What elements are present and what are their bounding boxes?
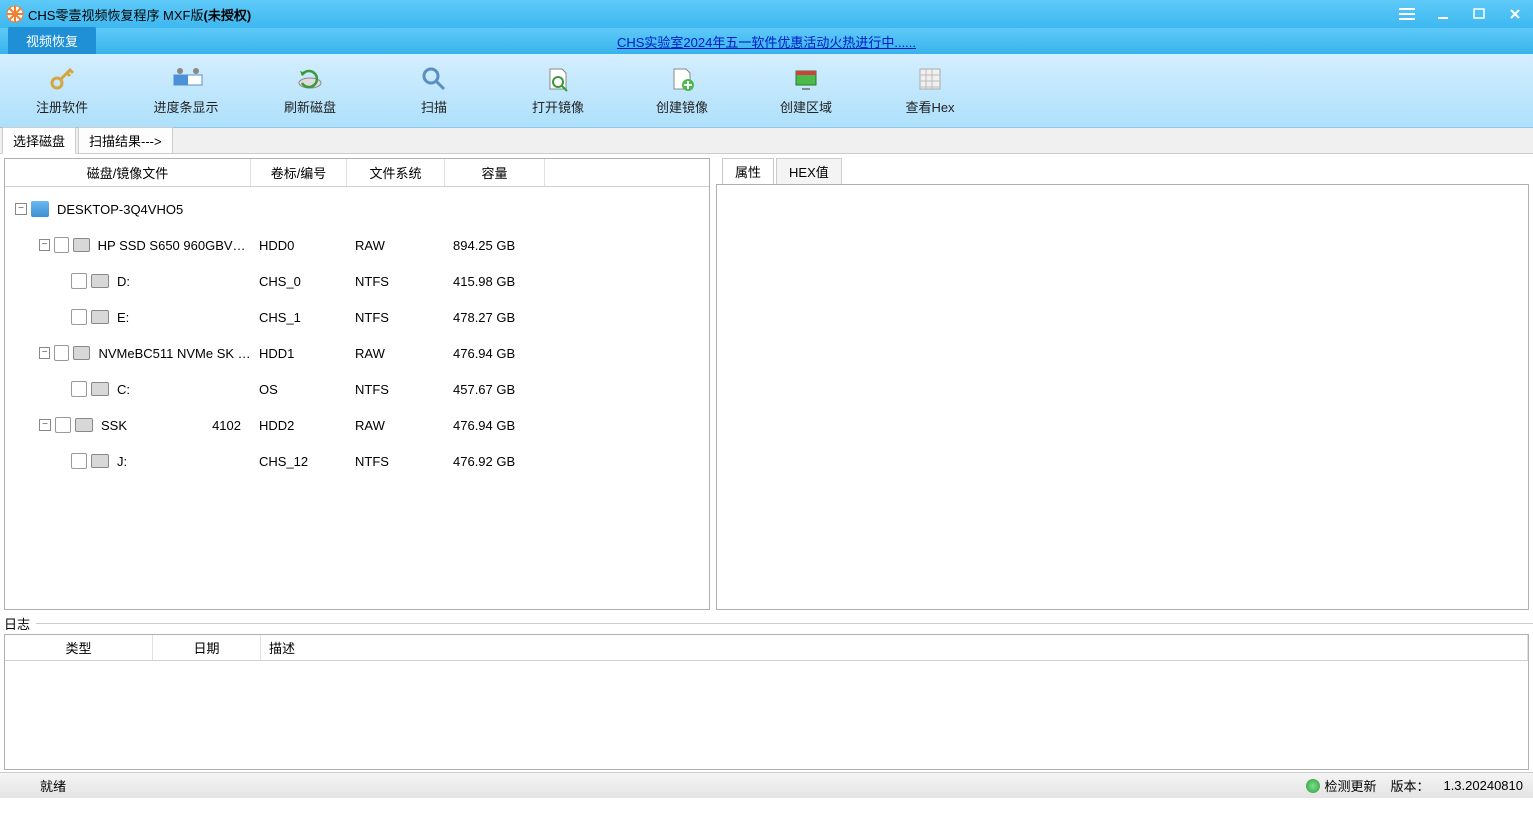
create-region-button[interactable]: 创建区域	[744, 58, 868, 124]
statusbar: 就绪 检测更新 版本： 1.3.20240810	[0, 772, 1533, 798]
menu-button[interactable]	[1389, 0, 1425, 28]
right-tabs: 属性 HEX值	[716, 158, 1529, 184]
right-content	[716, 184, 1529, 610]
expander-icon[interactable]: −	[39, 347, 50, 359]
open-image-button[interactable]: 打开镜像	[496, 58, 620, 124]
drive-icon	[91, 310, 109, 324]
right-panel: 属性 HEX值	[716, 158, 1529, 610]
expander-icon[interactable]: −	[39, 239, 50, 251]
tab-select-disk[interactable]: 选择磁盘	[2, 127, 76, 154]
tab-scan-results[interactable]: 扫描结果--->	[78, 127, 173, 153]
ribbon-tab-video-recovery[interactable]: 视频恢复	[8, 27, 96, 54]
create-image-icon	[668, 65, 696, 93]
minimize-button[interactable]	[1425, 0, 1461, 28]
register-label: 注册软件	[36, 97, 88, 116]
maximize-button[interactable]	[1461, 0, 1497, 28]
refresh-disk-button[interactable]: 刷新磁盘	[248, 58, 372, 124]
progress-icon	[172, 65, 200, 93]
open-image-icon	[544, 65, 572, 93]
tree-partition[interactable]: C: OS NTFS 457.67 GB	[5, 371, 709, 407]
create-image-button[interactable]: 创建镜像	[620, 58, 744, 124]
scan-label: 扫描	[421, 97, 447, 116]
disk-header: 磁盘/镜像文件 卷标/编号 文件系统 容量	[5, 159, 709, 187]
checkbox[interactable]	[71, 453, 87, 469]
log-panel: 类型 日期 描述	[4, 634, 1529, 770]
hex-icon	[916, 65, 944, 93]
log-col-date[interactable]: 日期	[153, 635, 261, 660]
checkbox[interactable]	[71, 381, 87, 397]
expander-icon[interactable]: −	[39, 419, 51, 431]
progress-button[interactable]: 进度条显示	[124, 58, 248, 124]
col-capacity[interactable]: 容量	[445, 159, 545, 186]
tree-partition[interactable]: D: CHS_0 NTFS 415.98 GB	[5, 263, 709, 299]
check-update-button[interactable]: 检测更新	[1306, 776, 1376, 795]
promo-link[interactable]: CHS实验室2024年五一软件优惠活动火热进行中......	[617, 32, 916, 51]
window-title-suffix: (未授权)	[204, 5, 252, 24]
tree-partition[interactable]: E: CHS_1 NTFS 478.27 GB	[5, 299, 709, 335]
create-region-label: 创建区域	[780, 97, 832, 116]
open-image-label: 打开镜像	[532, 97, 584, 116]
progress-label: 进度条显示	[153, 97, 218, 116]
tree-disk-2[interactable]: − SSK 4102 HDD2 RAW 476.94 GB	[5, 407, 709, 443]
titlebar: CHS零壹视频恢复程序 MXF版 (未授权)	[0, 0, 1533, 28]
version-label: 版本：	[1390, 776, 1429, 795]
version-value: 1.3.20240810	[1443, 778, 1523, 793]
create-region-icon	[792, 65, 820, 93]
checkbox[interactable]	[54, 345, 69, 361]
log-section-label: 日志	[0, 614, 1533, 632]
col-disk-name[interactable]: 磁盘/镜像文件	[5, 159, 251, 186]
disk-tree: − DESKTOP-3Q4VHO5 − HP SSD S650 960GBV10…	[5, 187, 709, 609]
key-icon	[48, 65, 76, 93]
app-icon	[6, 5, 24, 23]
log-header: 类型 日期 描述	[5, 635, 1528, 661]
tree-root[interactable]: − DESKTOP-3Q4VHO5	[5, 191, 709, 227]
scan-icon	[420, 65, 448, 93]
ribbon-tab-row: 视频恢复 CHS实验室2024年五一软件优惠活动火热进行中......	[0, 28, 1533, 54]
divider	[36, 623, 1533, 624]
view-hex-label: 查看Hex	[905, 97, 954, 116]
disk-panel: 磁盘/镜像文件 卷标/编号 文件系统 容量 − DESKTOP-3Q4VHO5 …	[4, 158, 710, 610]
refresh-label: 刷新磁盘	[284, 97, 336, 116]
tab-attributes[interactable]: 属性	[722, 158, 774, 184]
disk-icon	[73, 238, 90, 252]
log-col-type[interactable]: 类型	[5, 635, 153, 660]
disk-icon	[73, 346, 90, 360]
refresh-icon	[296, 65, 324, 93]
checkbox[interactable]	[55, 417, 71, 433]
status-ready: 就绪	[10, 776, 66, 795]
toolbar: 注册软件 进度条显示 刷新磁盘 扫描 打开镜像 创建镜像 创建区域 查看Hex	[0, 54, 1533, 128]
window-title: CHS零壹视频恢复程序 MXF版	[28, 5, 204, 24]
log-col-desc[interactable]: 描述	[261, 635, 1528, 660]
register-button[interactable]: 注册软件	[0, 58, 124, 124]
panel-tabs: 选择磁盘 扫描结果--->	[0, 128, 1533, 154]
checkbox[interactable]	[71, 273, 87, 289]
tree-disk-0[interactable]: − HP SSD S650 960GBV102... HDD0 RAW 894.…	[5, 227, 709, 263]
globe-icon	[1306, 779, 1320, 793]
tree-disk-1[interactable]: − NVMeBC511 NVMe SK hy... HDD1 RAW 476.9…	[5, 335, 709, 371]
tab-hex[interactable]: HEX值	[776, 158, 842, 184]
create-image-label: 创建镜像	[656, 97, 708, 116]
checkbox[interactable]	[71, 309, 87, 325]
main-row: 磁盘/镜像文件 卷标/编号 文件系统 容量 − DESKTOP-3Q4VHO5 …	[0, 154, 1533, 614]
drive-icon	[91, 382, 109, 396]
tree-partition[interactable]: J: CHS_12 NTFS 476.92 GB	[5, 443, 709, 479]
checkbox[interactable]	[54, 237, 69, 253]
disk-icon	[75, 418, 93, 432]
drive-icon	[91, 274, 109, 288]
close-button[interactable]	[1497, 0, 1533, 28]
view-hex-button[interactable]: 查看Hex	[868, 58, 992, 124]
expander-icon[interactable]: −	[15, 203, 27, 215]
drive-icon	[91, 454, 109, 468]
col-label[interactable]: 卷标/编号	[251, 159, 347, 186]
col-filesystem[interactable]: 文件系统	[347, 159, 445, 186]
scan-button[interactable]: 扫描	[372, 58, 496, 124]
computer-icon	[31, 201, 49, 217]
